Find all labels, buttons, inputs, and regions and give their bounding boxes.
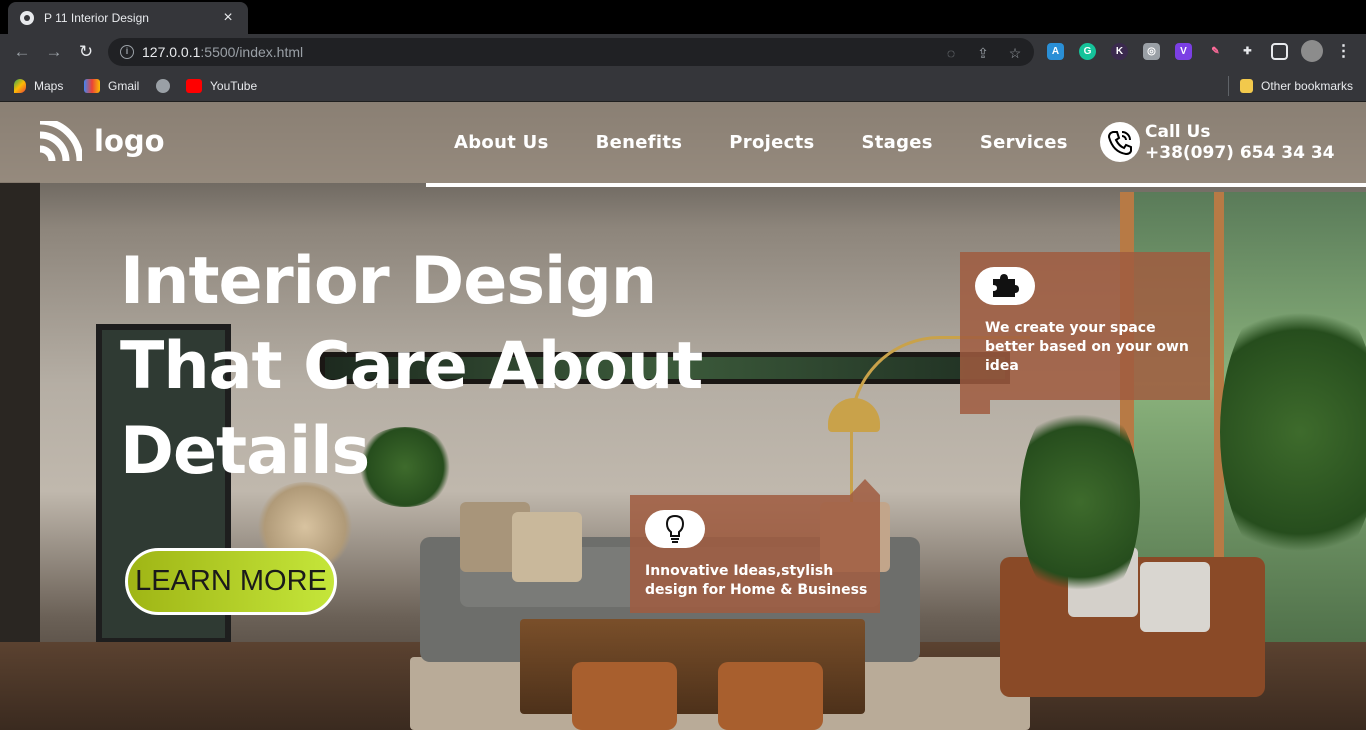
lightbulb-icon — [645, 510, 705, 548]
extension-k-icon[interactable]: K — [1111, 43, 1128, 60]
site-header: logo About Us Benefits Projects Stages S… — [0, 102, 1366, 183]
learn-more-button[interactable]: LEARN MORE — [125, 548, 337, 615]
call-us[interactable]: Call Us +38(097) 654 34 34 — [1100, 122, 1334, 164]
nav-benefits[interactable]: Benefits — [596, 132, 683, 153]
info-icon[interactable]: i — [120, 45, 134, 59]
pen-icon[interactable]: ✎ — [1207, 43, 1224, 60]
other-bookmarks-label: Other bookmarks — [1261, 79, 1354, 93]
bookmark-label: Maps — [34, 79, 64, 93]
plant — [1220, 282, 1366, 582]
bookmark-globe[interactable] — [156, 77, 178, 95]
eye-off-icon[interactable]: ◌ — [942, 44, 960, 62]
bookmark-label: YouTube — [210, 79, 258, 93]
extension-icon-2[interactable]: ◎ — [1143, 43, 1160, 60]
nav-services[interactable]: Services — [980, 132, 1068, 153]
menu-icon[interactable]: ⋮ — [1335, 43, 1352, 60]
bookmarks-separator — [1228, 76, 1229, 96]
share-icon[interactable]: ⇪ — [974, 44, 992, 62]
star-icon[interactable]: ☆ — [1006, 44, 1024, 62]
feature-card-innovation: Innovative Ideas,stylish design for Home… — [630, 479, 880, 613]
hero-title: Interior Design That Care About Details — [120, 239, 740, 494]
logo-icon — [39, 117, 84, 162]
extension-icon[interactable]: A — [1047, 43, 1064, 60]
browser-tab[interactable]: P 11 Interior Design × — [8, 2, 248, 34]
hero-title-line: That Care About — [120, 329, 703, 404]
browser-tab-strip: P 11 Interior Design × — [0, 0, 1366, 34]
close-icon[interactable]: × — [220, 9, 236, 27]
hero-title-line: Details — [120, 414, 370, 489]
maps-icon — [14, 79, 26, 93]
nav-underline — [426, 183, 1366, 187]
bookmark-youtube[interactable]: YouTube — [186, 77, 257, 95]
call-label: Call Us — [1145, 122, 1211, 142]
extension-v-icon[interactable]: V — [1175, 43, 1192, 60]
url-host: 127.0.0.1 — [142, 44, 201, 60]
reload-icon[interactable]: ↻ — [76, 42, 96, 62]
pillow — [1140, 562, 1210, 632]
globe-icon — [20, 11, 34, 25]
card-text: Innovative Ideas,stylish design for Home… — [645, 563, 868, 598]
tab-title: P 11 Interior Design — [44, 11, 149, 25]
call-text: Call Us +38(097) 654 34 34 — [1145, 122, 1334, 164]
side-panel-icon[interactable] — [1271, 43, 1288, 60]
youtube-icon — [186, 79, 202, 93]
forward-icon[interactable]: → — [44, 42, 64, 62]
phone-icon — [1100, 122, 1140, 162]
logo[interactable]: logo — [39, 117, 165, 162]
pillow — [512, 512, 582, 582]
bookmark-gmail[interactable]: Gmail — [84, 77, 139, 95]
nav-about-us[interactable]: About Us — [454, 132, 549, 153]
browser-toolbar: ← → ↻ i 127.0.0.1:5500/index.html ◌ ⇪ ☆ … — [0, 34, 1366, 70]
globe-icon — [156, 79, 170, 93]
other-bookmarks[interactable]: Other bookmarks — [1240, 77, 1353, 95]
nav-stages[interactable]: Stages — [861, 132, 932, 153]
hero-section: logo About Us Benefits Projects Stages S… — [0, 102, 1366, 730]
bookmarks-bar: Maps Gmail YouTube Other bookmarks — [0, 70, 1366, 102]
grammarly-icon[interactable]: G — [1079, 43, 1096, 60]
ottoman — [718, 662, 823, 730]
main-nav: About Us Benefits Projects Stages Servic… — [454, 132, 1115, 153]
call-number[interactable]: +38(097) 654 34 34 — [1145, 143, 1334, 164]
puzzle-extensions-icon[interactable]: ✚ — [1239, 43, 1256, 60]
gmail-icon — [84, 79, 100, 93]
bookmark-label: Gmail — [108, 79, 140, 93]
avatar[interactable] — [1301, 40, 1323, 62]
back-icon[interactable]: ← — [12, 42, 32, 62]
puzzle-icon — [975, 267, 1035, 305]
nav-projects[interactable]: Projects — [729, 132, 814, 153]
bookmark-maps[interactable]: Maps — [14, 77, 63, 95]
hero-title-line: Interior Design — [120, 244, 657, 319]
address-bar[interactable]: i 127.0.0.1:5500/index.html ◌ ⇪ ☆ — [108, 38, 1034, 66]
logo-text: logo — [94, 124, 165, 158]
ottoman — [572, 662, 677, 730]
card-text: We create your space better based on you… — [985, 320, 1189, 374]
url-path: :5500/index.html — [200, 44, 304, 60]
feature-card-idea: We create your space better based on you… — [960, 252, 1210, 414]
plant — [1020, 392, 1140, 612]
folder-icon — [1240, 79, 1253, 93]
